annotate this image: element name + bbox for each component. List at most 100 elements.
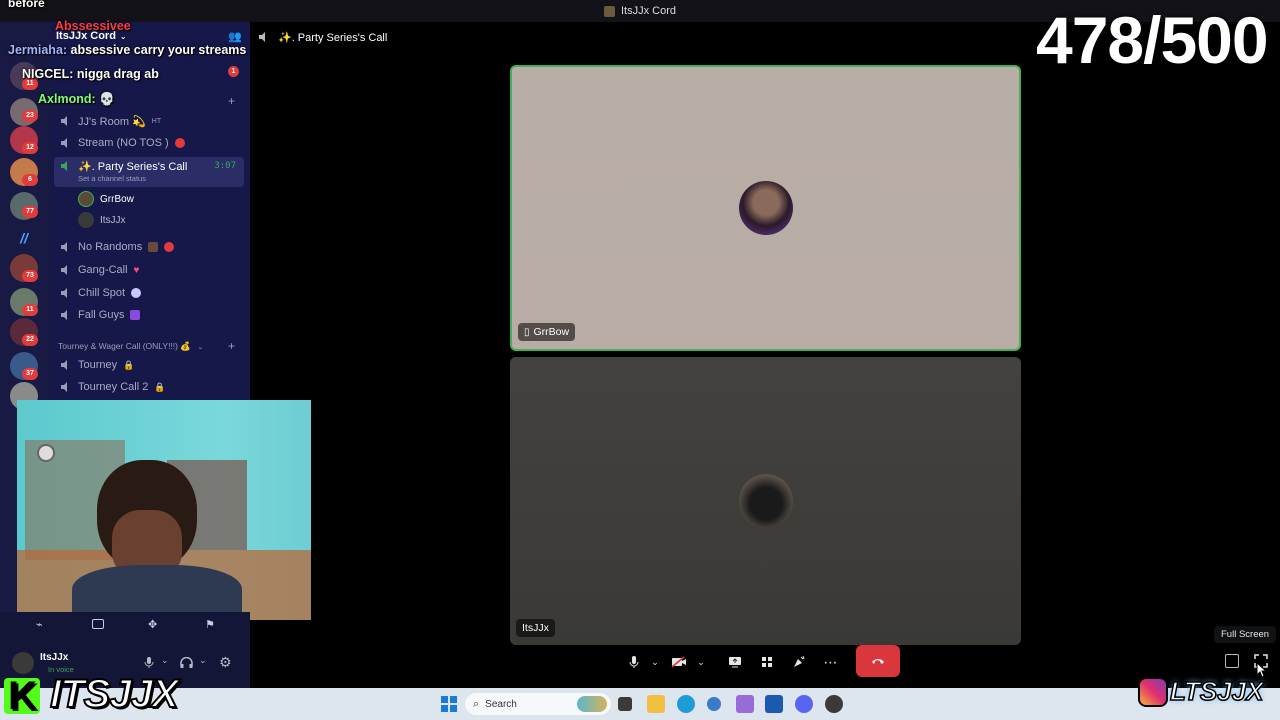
soundboard-icon[interactable]: ⚑ bbox=[205, 618, 215, 631]
call-controls: ⌄ ⌄ ⋯ bbox=[617, 644, 907, 678]
server-badge: 11 bbox=[22, 304, 38, 316]
avatar bbox=[78, 191, 94, 207]
chevron-down-icon[interactable]: ⌄ bbox=[690, 652, 712, 672]
channel-jjs-room[interactable]: JJ's Room 💫 HT bbox=[54, 111, 244, 131]
server-badge: 22 bbox=[22, 334, 38, 346]
channel-tourney-call-2[interactable]: Tourney Call 2 🔒 bbox=[54, 377, 244, 397]
add-channel-icon[interactable]: + bbox=[228, 339, 235, 353]
streamer-webcam bbox=[17, 400, 311, 620]
channel-header-title: ✨. Party Series's Call bbox=[278, 31, 388, 44]
lock-icon: 🔒 bbox=[154, 381, 166, 392]
speaker-icon bbox=[259, 32, 265, 42]
task-view-icon[interactable] bbox=[618, 697, 632, 711]
channel-suffix: HT bbox=[151, 117, 162, 125]
participant-name-chip: ItsJJx bbox=[516, 619, 555, 637]
voice-user-name: ItsJJx bbox=[100, 214, 126, 226]
edge-icon[interactable] bbox=[677, 695, 695, 713]
disconnect-button[interactable] bbox=[856, 645, 900, 677]
channel-label: JJ's Room 💫 bbox=[78, 115, 146, 128]
voice-user[interactable]: GrrBow bbox=[78, 189, 134, 209]
speaker-icon bbox=[61, 310, 67, 320]
channel-fall-guys[interactable]: Fall Guys bbox=[54, 305, 244, 325]
participant-name-chip: ▯ GrrBow bbox=[518, 323, 576, 341]
category-header[interactable]: Tourney & Wager Call (ONLY!!!) 💰 ⌄ bbox=[58, 341, 203, 352]
activities-icon[interactable] bbox=[756, 652, 778, 672]
obs-icon[interactable] bbox=[825, 695, 843, 713]
copilot-icon[interactable] bbox=[736, 695, 754, 713]
speaker-icon bbox=[61, 265, 67, 275]
cursor-icon bbox=[1256, 661, 1268, 683]
screen-share-icon[interactable] bbox=[92, 619, 104, 629]
avatar bbox=[738, 474, 793, 528]
chat-line: Jermiaha: absessive carry your streams bbox=[8, 43, 246, 57]
search-highlight-icon bbox=[577, 696, 607, 712]
speaker-icon bbox=[61, 382, 67, 392]
heart-icon: ♥ bbox=[133, 264, 140, 276]
video-tile-itsjjx[interactable]: ItsJJx bbox=[510, 357, 1021, 645]
chat-message: 💀 bbox=[99, 92, 115, 106]
channel-stream[interactable]: Stream (NO TOS ) bbox=[54, 133, 244, 153]
hang-up-icon bbox=[872, 659, 884, 664]
speaker-icon bbox=[61, 116, 67, 126]
more-options-icon[interactable]: ⋯ bbox=[820, 652, 842, 672]
kick-icon: K bbox=[4, 676, 40, 716]
channel-tourney[interactable]: Tourney 🔒 bbox=[54, 355, 244, 375]
server-badge: 73 bbox=[22, 270, 38, 282]
microphone-icon[interactable] bbox=[623, 652, 645, 672]
channel-status[interactable]: Set a channel status bbox=[78, 174, 146, 183]
server-badge: 6 bbox=[22, 174, 38, 186]
stream-chat-overlay: before Abssessivee Jermiaha: absessive c… bbox=[0, 0, 260, 110]
channel-party-series-call[interactable]: ✨. Party Series's Call 3:07 Set a channe… bbox=[54, 157, 244, 187]
voice-connected-icon[interactable]: ⌁ bbox=[36, 618, 43, 631]
ghost-icon bbox=[131, 288, 142, 298]
server-icon[interactable]: // bbox=[10, 224, 38, 252]
channel-no-randoms[interactable]: No Randoms bbox=[54, 237, 244, 257]
start-icon[interactable] bbox=[440, 695, 458, 713]
pop-out-icon[interactable] bbox=[1225, 654, 1239, 668]
chevron-down-icon[interactable]: ⌄ bbox=[161, 655, 169, 666]
activities-icon[interactable]: ✥ bbox=[148, 618, 157, 631]
discord-icon[interactable] bbox=[795, 695, 813, 713]
screen-share-icon[interactable] bbox=[724, 652, 746, 672]
soundboard-icon[interactable] bbox=[788, 652, 810, 672]
channel-chill-spot[interactable]: Chill Spot bbox=[54, 283, 244, 303]
no-entry-icon bbox=[164, 242, 175, 252]
video-tile-grrbow[interactable]: ▯ GrrBow bbox=[510, 65, 1021, 351]
chevron-down-icon: ⌄ bbox=[197, 344, 204, 351]
channel-header: ✨. Party Series's Call bbox=[258, 28, 387, 46]
category-label: Tourney & Wager Call (ONLY!!!) 💰 bbox=[58, 341, 191, 351]
chat-username: Jermiaha: bbox=[8, 43, 68, 57]
follower-goal-counter: 478/500 bbox=[1036, 3, 1269, 77]
chat-line: Abssessivee bbox=[55, 19, 131, 33]
username: ItsJJx bbox=[40, 652, 69, 663]
headphones-icon[interactable] bbox=[180, 656, 193, 674]
chat-username: Axlmond: bbox=[38, 92, 96, 106]
channel-gang-call[interactable]: Gang-Call ♥ bbox=[54, 260, 244, 280]
gear-icon[interactable]: ⚙ bbox=[219, 654, 232, 671]
channel-label: Stream (NO TOS ) bbox=[78, 137, 169, 149]
window-title: ItsJJx Cord bbox=[620, 5, 676, 17]
streamer-logo-left: K ITSJJX bbox=[4, 671, 180, 717]
voice-user[interactable]: ItsJJx bbox=[78, 210, 126, 230]
channel-label: Chill Spot bbox=[78, 287, 126, 299]
avatar bbox=[78, 212, 94, 228]
chevron-down-icon[interactable]: ⌄ bbox=[199, 655, 207, 666]
voice-user-name: GrrBow bbox=[100, 193, 134, 205]
channel-label: Gang-Call bbox=[78, 264, 128, 276]
file-explorer-icon[interactable] bbox=[647, 695, 665, 713]
taskbar-search[interactable]: ⌕ Search bbox=[465, 693, 611, 715]
app-icon[interactable] bbox=[707, 697, 721, 711]
camera-off-icon[interactable] bbox=[668, 652, 690, 672]
channel-label: Tourney bbox=[78, 359, 118, 371]
chevron-down-icon[interactable]: ⌄ bbox=[644, 652, 666, 672]
brand-left-text: ITSJJX bbox=[49, 671, 179, 717]
store-icon[interactable] bbox=[765, 695, 783, 713]
purple-square-icon bbox=[130, 310, 141, 320]
server-badge: 23 bbox=[22, 110, 38, 122]
server-badge: 12 bbox=[22, 142, 38, 154]
hand-icon bbox=[148, 242, 159, 252]
search-placeholder: Search bbox=[485, 698, 517, 710]
speaker-icon bbox=[61, 138, 67, 148]
full-screen-tooltip: Full Screen bbox=[1214, 626, 1277, 643]
avatar[interactable] bbox=[12, 652, 34, 674]
